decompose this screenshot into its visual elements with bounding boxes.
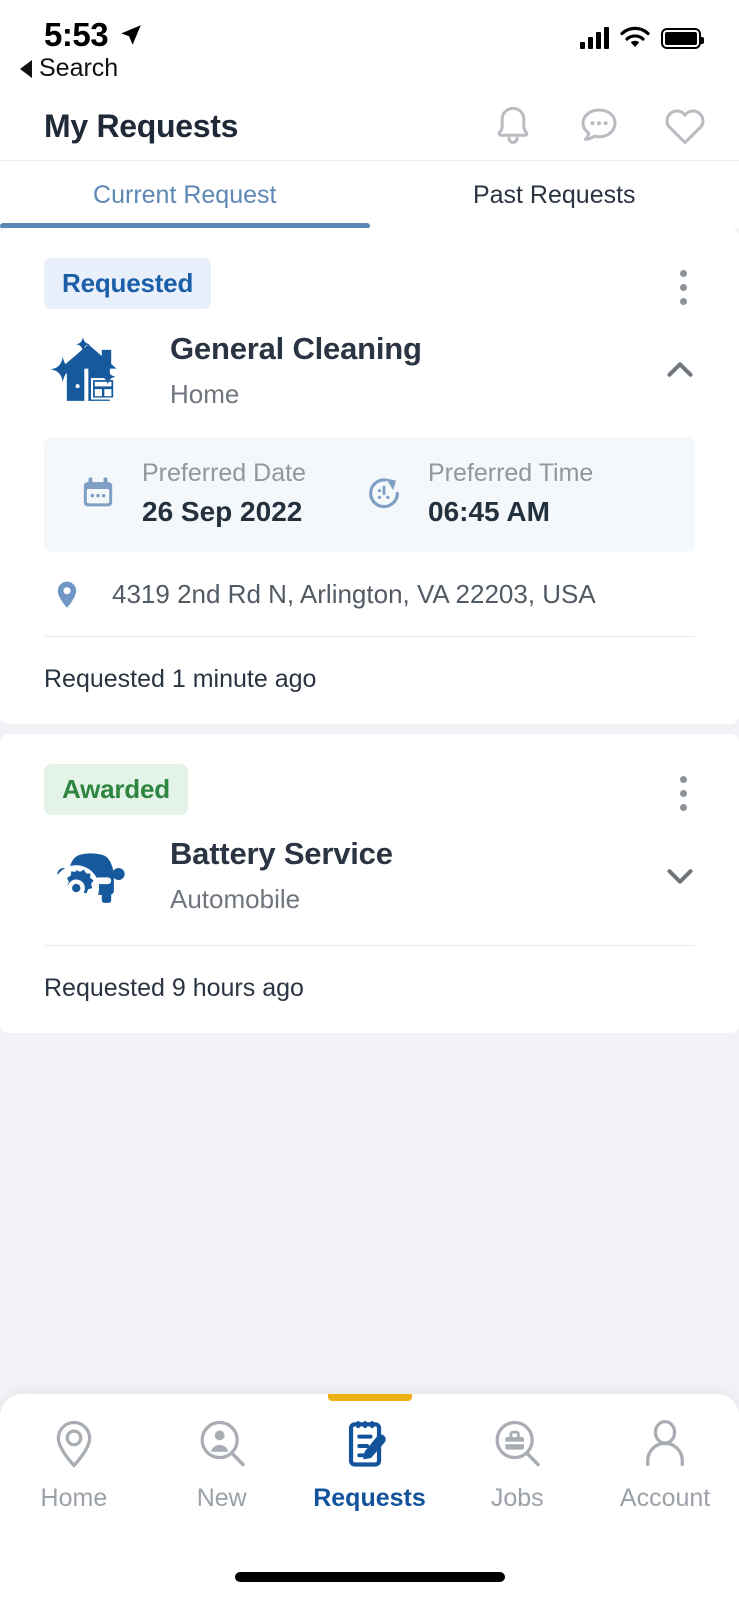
nav-item-new-label: New <box>196 1484 247 1512</box>
preferred-time-label: Preferred Time <box>428 459 594 487</box>
nav-item-requests[interactable]: Requests <box>296 1416 444 1513</box>
person-search-icon <box>200 1420 245 1467</box>
request-category: Home <box>170 378 240 409</box>
briefcase-search-icon <box>495 1420 541 1467</box>
request-service-text: General Cleaning Home <box>130 331 657 410</box>
app-header: My Requests <box>0 92 739 160</box>
status-badge: Requested <box>44 258 212 309</box>
status-bar: 5:53 Search <box>0 0 739 92</box>
map-pin-outline-icon <box>56 1420 92 1468</box>
car-gear-battery-service-icon <box>53 853 125 911</box>
request-title: General Cleaning <box>170 330 422 366</box>
nav-item-jobs[interactable]: Jobs <box>443 1416 591 1513</box>
tab-current-request[interactable]: Current Request <box>0 161 370 229</box>
stopwatch-icon <box>369 478 399 509</box>
chevron-up-icon[interactable] <box>657 347 703 393</box>
notepad-pencil-icon <box>349 1421 387 1467</box>
request-service-text: Battery Service Automobile <box>130 836 657 915</box>
request-card-header: Requested <box>0 228 739 309</box>
location-arrow-icon <box>121 25 141 45</box>
preferred-time-text: Preferred Time 06:45 AM <box>404 459 593 528</box>
header-actions <box>489 102 709 150</box>
tab-current-request-label: Current Request <box>93 180 277 209</box>
request-address-row: 4319 2nd Rd N, Arlington, VA 22203, USA <box>0 552 739 636</box>
kebab-menu-icon[interactable] <box>663 764 703 811</box>
preferred-date-text: Preferred Date 26 Sep 2022 <box>118 459 306 528</box>
request-title: Battery Service <box>170 836 393 872</box>
preferred-datetime-panel: Preferred Date 26 Sep 2022 Preferred Tim… <box>44 437 695 552</box>
back-to-search-link[interactable]: Search <box>20 54 118 83</box>
request-tabs: Current Request Past Requests <box>0 160 739 229</box>
request-address: 4319 2nd Rd N, Arlington, VA 22203, USA <box>112 579 596 610</box>
tab-past-requests-label: Past Requests <box>472 180 636 209</box>
status-badge: Awarded <box>44 763 188 815</box>
chat-bubble-icon[interactable] <box>575 102 623 150</box>
page-title: My Requests <box>44 107 239 144</box>
status-bar-time: 5:53 <box>44 16 109 53</box>
preferred-date-label: Preferred Date <box>142 459 306 487</box>
nav-item-account[interactable]: Account <box>591 1416 739 1513</box>
nav-item-home[interactable]: Home <box>0 1416 148 1513</box>
map-pin-icon <box>57 581 77 608</box>
active-tab-indicator <box>327 1394 412 1401</box>
nav-item-new[interactable]: New <box>148 1416 296 1513</box>
cellular-signal-icon <box>580 27 609 49</box>
home-indicator-bar <box>234 1572 505 1582</box>
request-card[interactable]: Awarded Battery Service Automobile Reque… <box>0 733 739 1033</box>
request-service-row: Battery Service Automobile <box>0 815 739 919</box>
calendar-icon <box>83 477 113 507</box>
request-card-header: Awarded <box>0 734 739 815</box>
request-timestamp: Requested 9 hours ago <box>44 973 304 1002</box>
back-triangle-icon <box>20 59 32 78</box>
request-category: Automobile <box>170 884 301 915</box>
preferred-date-value: 26 Sep 2022 <box>142 495 303 527</box>
request-timestamp: Requested 1 minute ago <box>44 664 317 693</box>
nav-item-account-label: Account <box>619 1484 711 1512</box>
nav-item-requests-label: Requests <box>313 1484 426 1512</box>
status-bar-indicators <box>580 26 704 49</box>
nav-item-home-label: Home <box>40 1484 108 1512</box>
person-outline-icon <box>646 1419 684 1466</box>
request-card[interactable]: Requested General Cleaning Home Preferre… <box>0 228 739 724</box>
notifications-bell-icon[interactable] <box>489 102 537 150</box>
request-service-row: General Cleaning Home <box>0 309 739 413</box>
wifi-icon <box>620 26 650 47</box>
nav-item-jobs-label: Jobs <box>490 1484 544 1512</box>
kebab-menu-icon[interactable] <box>663 258 703 305</box>
preferred-time-item: Preferred Time 06:45 AM <box>364 459 593 528</box>
tab-past-requests[interactable]: Past Requests <box>370 161 739 229</box>
preferred-time-value: 06:45 AM <box>428 495 550 527</box>
battery-full-icon <box>661 28 704 49</box>
preferred-date-item: Preferred Date 26 Sep 2022 <box>44 459 364 528</box>
phone-screen: 5:53 Search My Requests Current Request … <box>0 0 739 1600</box>
chevron-down-icon[interactable] <box>657 853 703 899</box>
back-link-label: Search <box>39 54 119 82</box>
house-sparkle-cleaning-icon <box>50 337 117 401</box>
heart-icon[interactable] <box>661 102 709 150</box>
bottom-navigation: Home New Requests Jobs Account <box>0 1394 739 1600</box>
